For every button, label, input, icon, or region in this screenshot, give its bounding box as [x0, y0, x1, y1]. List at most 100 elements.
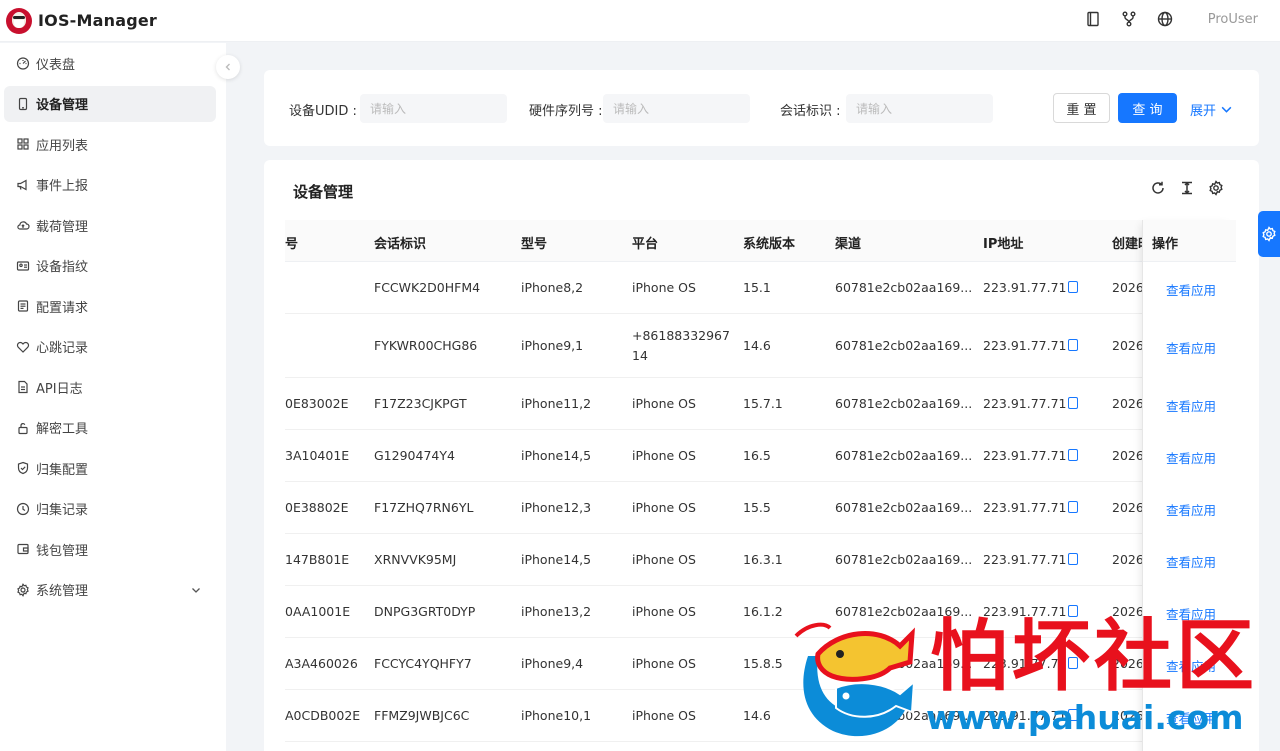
- sidebar-item-11[interactable]: 归集配置: [4, 450, 216, 486]
- cell-model: iPhone10,1: [521, 708, 591, 723]
- cell-os-version-text: 14.6: [743, 338, 771, 353]
- view-apps-link[interactable]: 查看应用: [1166, 280, 1216, 299]
- cell-udid-text: 147B801E: [285, 552, 350, 567]
- device-table-card: 设备管理 号 会话标识 型号 平台 系统版本 渠道 IP地址 创建时 FCCWK…: [264, 160, 1259, 751]
- cell-ip: 223.91.77.71: [983, 280, 1078, 295]
- cell-model-text: iPhone9,1: [521, 338, 584, 353]
- cell-model-text: iPhone13,2: [521, 604, 592, 619]
- copy-icon[interactable]: [1067, 553, 1078, 565]
- reload-icon[interactable]: [1150, 180, 1166, 196]
- sidebar-item-5[interactable]: 载荷管理: [4, 207, 216, 243]
- copy-icon[interactable]: [1067, 397, 1078, 409]
- view-apps-link[interactable]: 查看应用: [1166, 338, 1216, 357]
- view-apps-link[interactable]: 查看应用: [1166, 708, 1216, 727]
- megaphone-icon: [16, 178, 30, 192]
- sidebar-item-14[interactable]: 系统管理: [4, 572, 216, 608]
- collapse-sidebar-button[interactable]: [216, 55, 240, 79]
- reset-button[interactable]: 重 置: [1053, 93, 1110, 123]
- view-apps-link[interactable]: 查看应用: [1166, 396, 1216, 415]
- cell-channel-text: 60781e2cb02aa169...: [835, 448, 973, 463]
- cell-ip: 223.91.77.71: [983, 396, 1078, 411]
- sidebar-item-3[interactable]: 应用列表: [4, 126, 216, 162]
- copy-icon[interactable]: [1067, 281, 1078, 293]
- top-header: IOS-Manager ProUser: [0, 0, 1280, 42]
- cell-channel-text: 60781e2cb02aa169...: [835, 552, 973, 567]
- sidebar-item-13[interactable]: 钱包管理: [4, 531, 216, 567]
- table-header: 号 会话标识 型号 平台 系统版本 渠道 IP地址 创建时: [285, 220, 1236, 262]
- cell-os-version: 16.3.1: [743, 552, 783, 567]
- sidebar-item-8[interactable]: 心跳记录: [4, 329, 216, 365]
- col-channel[interactable]: 渠道: [835, 233, 861, 252]
- cell-ip-text: 223.91.77.71: [983, 656, 1067, 671]
- cloud-icon: [16, 218, 30, 232]
- col-os-version[interactable]: 系统版本: [743, 233, 795, 252]
- cell-platform-text: iPhone OS: [632, 396, 696, 411]
- udid-input[interactable]: [360, 94, 507, 123]
- session-label: 会话标识 :: [780, 104, 841, 119]
- sidebar-item-label: 心跳记录: [36, 341, 89, 356]
- view-apps-link[interactable]: 查看应用: [1166, 552, 1216, 571]
- cell-channel: 60781e2cb02aa169...: [835, 280, 972, 295]
- col-ip[interactable]: IP地址: [983, 233, 1023, 252]
- copy-icon[interactable]: [1067, 449, 1078, 461]
- cell-session: FFMZ9JWBJC6C: [374, 708, 469, 723]
- table-row: A0CDB002E FFMZ9JWBJC6C iPhone10,1 iPhone OS…: [285, 690, 1236, 742]
- globe-icon[interactable]: [1156, 10, 1174, 28]
- cell-ip-text: 223.91.77.71: [983, 396, 1067, 411]
- cell-udid: 0E83002E: [285, 396, 349, 411]
- cell-model-text: iPhone8,2: [521, 280, 584, 295]
- sidebar-item-label: 归集记录: [36, 503, 89, 518]
- copy-icon[interactable]: [1067, 709, 1078, 721]
- sidebar-item-12[interactable]: 归集记录: [4, 491, 216, 527]
- copy-icon[interactable]: [1067, 339, 1078, 351]
- cell-platform-text: iPhone OS: [632, 552, 696, 567]
- sidebar-item-9[interactable]: API日志: [4, 369, 216, 405]
- heart-icon: [16, 340, 30, 354]
- cell-os-version-text: 16.1.2: [743, 604, 783, 619]
- cell-udid-text: A0CDB002E: [285, 708, 361, 723]
- column-height-icon[interactable]: [1179, 180, 1195, 196]
- settings-drawer-tab[interactable]: [1258, 211, 1280, 257]
- settings-icon[interactable]: [1208, 180, 1224, 196]
- fork-icon[interactable]: [1120, 10, 1138, 28]
- sidebar-item-2[interactable]: 设备管理: [4, 85, 216, 122]
- book-icon[interactable]: [1084, 10, 1102, 28]
- copy-icon[interactable]: [1067, 605, 1078, 617]
- session-input[interactable]: [846, 94, 993, 123]
- sidebar-item-label: 配置请求: [36, 300, 89, 316]
- sidebar-item-10[interactable]: 解密工具: [4, 410, 216, 446]
- cell-channel: 60781e2cb02aa169...: [835, 338, 972, 353]
- sidebar-item-7[interactable]: 配置请求: [4, 288, 216, 324]
- cell-channel: 60781e2cb02aa169...: [835, 708, 972, 723]
- search-form: 设备UDID : 硬件序列号 : 会话标识 : 重 置 查 询 展开: [264, 70, 1259, 146]
- col-session[interactable]: 会话标识: [374, 233, 426, 252]
- copy-icon[interactable]: [1067, 501, 1078, 513]
- copy-icon[interactable]: [1067, 657, 1078, 669]
- chevron-down-icon: [1221, 106, 1232, 113]
- cell-ip: 223.91.77.71: [983, 338, 1078, 353]
- user-name[interactable]: ProUser: [1208, 12, 1258, 27]
- query-button[interactable]: 查 询: [1118, 93, 1177, 123]
- cell-model: iPhone14,5: [521, 448, 591, 463]
- cell-udid-text: 0AA1001E: [285, 604, 351, 619]
- view-apps-link[interactable]: 查看应用: [1166, 604, 1216, 623]
- sidebar-item-4[interactable]: 事件上报: [4, 167, 216, 203]
- cell-model: iPhone12,3: [521, 500, 591, 515]
- sidebar-item-label: 载荷管理: [36, 219, 89, 235]
- col-model[interactable]: 型号: [521, 233, 547, 252]
- view-apps-link[interactable]: 查看应用: [1166, 500, 1216, 519]
- col-platform[interactable]: 平台: [632, 233, 658, 252]
- cell-platform-text: +8618833296714: [632, 328, 730, 363]
- sidebar-item-6[interactable]: 设备指纹: [4, 248, 216, 284]
- cell-session-text: FYKWR00CHG86: [374, 338, 478, 353]
- sidebar-item-1[interactable]: 仪表盘: [4, 45, 216, 81]
- view-apps-link[interactable]: 查看应用: [1166, 448, 1216, 467]
- cell-os-version-text: 14.6: [743, 708, 771, 723]
- grid-icon: [16, 137, 30, 151]
- serial-input[interactable]: [603, 94, 750, 123]
- cell-os-version-text: 16.5: [743, 448, 771, 463]
- col-udid[interactable]: 号: [285, 233, 298, 252]
- expand-toggle[interactable]: 展开: [1190, 100, 1233, 119]
- view-apps-link[interactable]: 查看应用: [1166, 656, 1216, 675]
- cell-ip: 223.91.77.71: [983, 552, 1078, 567]
